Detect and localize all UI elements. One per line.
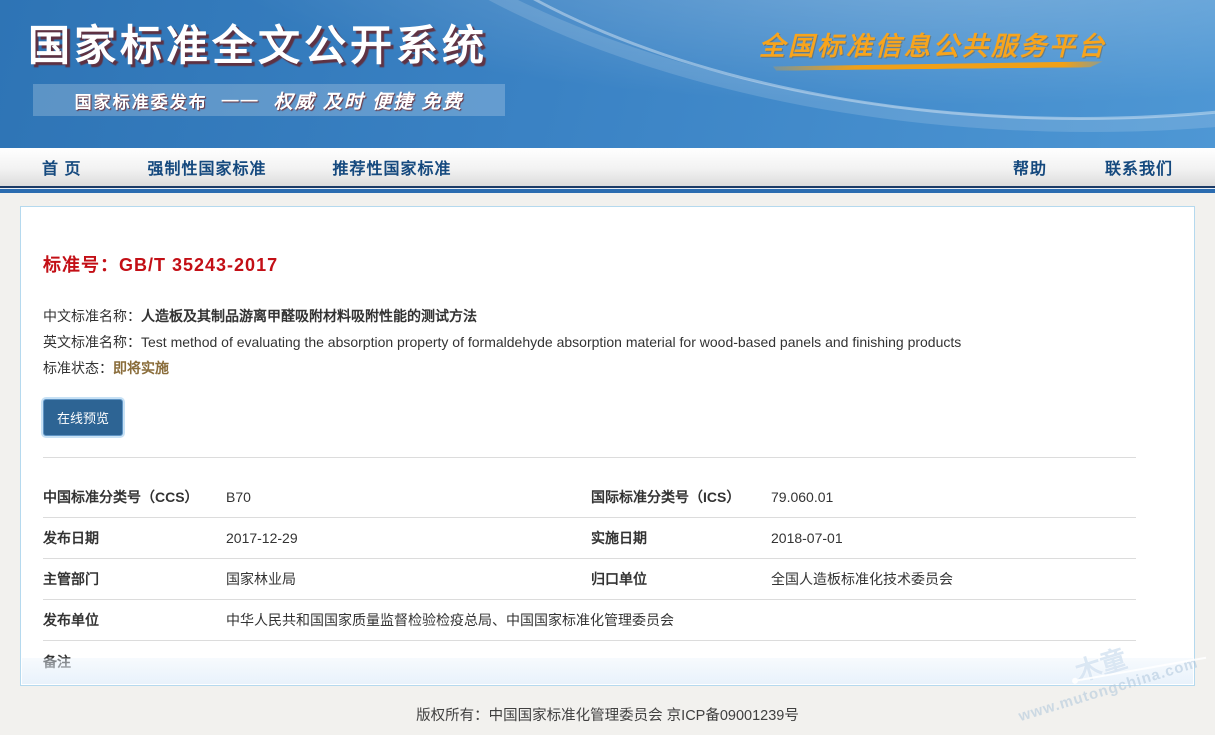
site-header: 国家标准全文公开系统 国家标准委发布 —— 权威 及时 便捷 免费 全国标准信息… — [0, 0, 1215, 148]
page-footer: 版权所有：中国国家标准化管理委员会 京ICP备09001239号 — [0, 686, 1215, 725]
standard-number-line: 标准号：GB/T 35243-2017 — [43, 251, 1136, 277]
table-label-remarks: 备注 — [43, 652, 226, 672]
table-row: 发布日期 2017-12-29 实施日期 2018-07-01 — [43, 518, 1136, 559]
table-row: 主管部门 国家林业局 归口单位 全国人造板标准化技术委员会 — [43, 559, 1136, 600]
english-name-label: 英文标准名称： — [43, 334, 141, 350]
chinese-name-label: 中文标准名称： — [43, 308, 141, 324]
table-label-competent-dept: 主管部门 — [43, 569, 226, 589]
status-badge: 即将实施 — [113, 360, 169, 376]
table-label-ics: 国际标准分类号（ICS） — [591, 487, 771, 507]
nav-item-recommended-standards[interactable]: 推荐性国家标准 — [332, 155, 451, 179]
nav-item-contact-us[interactable]: 联系我们 — [1105, 155, 1173, 179]
table-row: 中国标准分类号（CCS） B70 国际标准分类号（ICS） 79.060.01 — [43, 477, 1136, 518]
table-label-implement-date: 实施日期 — [591, 528, 771, 548]
status-line: 标准状态：即将实施 — [43, 355, 1136, 381]
table-value-publish-date: 2017-12-29 — [226, 530, 591, 546]
nav-blue-bar — [0, 189, 1215, 193]
copyright-text: 版权所有：中国国家标准化管理委员会 京ICP备09001239号 — [416, 708, 799, 724]
main-navigation: 首 页 强制性国家标准 推荐性国家标准 帮助 联系我们 — [0, 148, 1215, 188]
table-value-issuing-unit: 中华人民共和国国家质量监督检验检疫总局、中国国家标准化管理委员会 — [226, 610, 1136, 630]
nav-item-home[interactable]: 首 页 — [42, 155, 81, 179]
site-title: 国家标准全文公开系统 — [28, 12, 488, 73]
table-label-publish-date: 发布日期 — [43, 528, 226, 548]
table-value-competent-dept: 国家林业局 — [226, 569, 591, 589]
table-label-ccs: 中国标准分类号（CCS） — [43, 487, 226, 507]
status-label: 标准状态： — [43, 360, 113, 376]
table-value-centralized-unit: 全国人造板标准化技术委员会 — [771, 569, 1136, 589]
standard-info-table: 中国标准分类号（CCS） B70 国际标准分类号（ICS） 79.060.01 … — [43, 477, 1136, 682]
standard-detail-card: 标准号：GB/T 35243-2017 中文标准名称：人造板及其制品游离甲醛吸附… — [20, 206, 1195, 686]
section-divider — [43, 457, 1136, 458]
table-label-centralized-unit: 归口单位 — [591, 569, 771, 589]
english-name-value: Test method of evaluating the absorption… — [141, 334, 961, 350]
table-row: 发布单位 中华人民共和国国家质量监督检验检疫总局、中国国家标准化管理委员会 — [43, 600, 1136, 641]
slogan-text: 权威 及时 便捷 免费 — [274, 87, 464, 114]
table-value-ccs: B70 — [226, 489, 591, 505]
online-preview-button[interactable]: 在线预览 — [43, 399, 123, 436]
standard-number-label: 标准号： — [43, 255, 119, 275]
chinese-name-value: 人造板及其制品游离甲醛吸附材料吸附性能的测试方法 — [141, 308, 477, 324]
table-value-ics: 79.060.01 — [771, 489, 1136, 505]
table-value-implement-date: 2018-07-01 — [771, 530, 1136, 546]
standard-number-value: GB/T 35243-2017 — [119, 255, 278, 275]
chinese-name-line: 中文标准名称：人造板及其制品游离甲醛吸附材料吸附性能的测试方法 — [43, 303, 1136, 329]
table-label-issuing-unit: 发布单位 — [43, 610, 226, 630]
publisher-label: 国家标准委发布 — [75, 88, 208, 113]
publisher-banner: 国家标准委发布 —— 权威 及时 便捷 免费 — [33, 84, 505, 116]
nav-item-mandatory-standards[interactable]: 强制性国家标准 — [147, 155, 266, 179]
platform-logo-text: 全国标准信息公共服务平台 — [759, 26, 1107, 63]
table-row: 备注 — [43, 641, 1136, 682]
english-name-line: 英文标准名称：Test method of evaluating the abs… — [43, 329, 1136, 355]
publisher-dash: —— — [222, 90, 260, 110]
nav-item-help[interactable]: 帮助 — [1013, 155, 1047, 179]
